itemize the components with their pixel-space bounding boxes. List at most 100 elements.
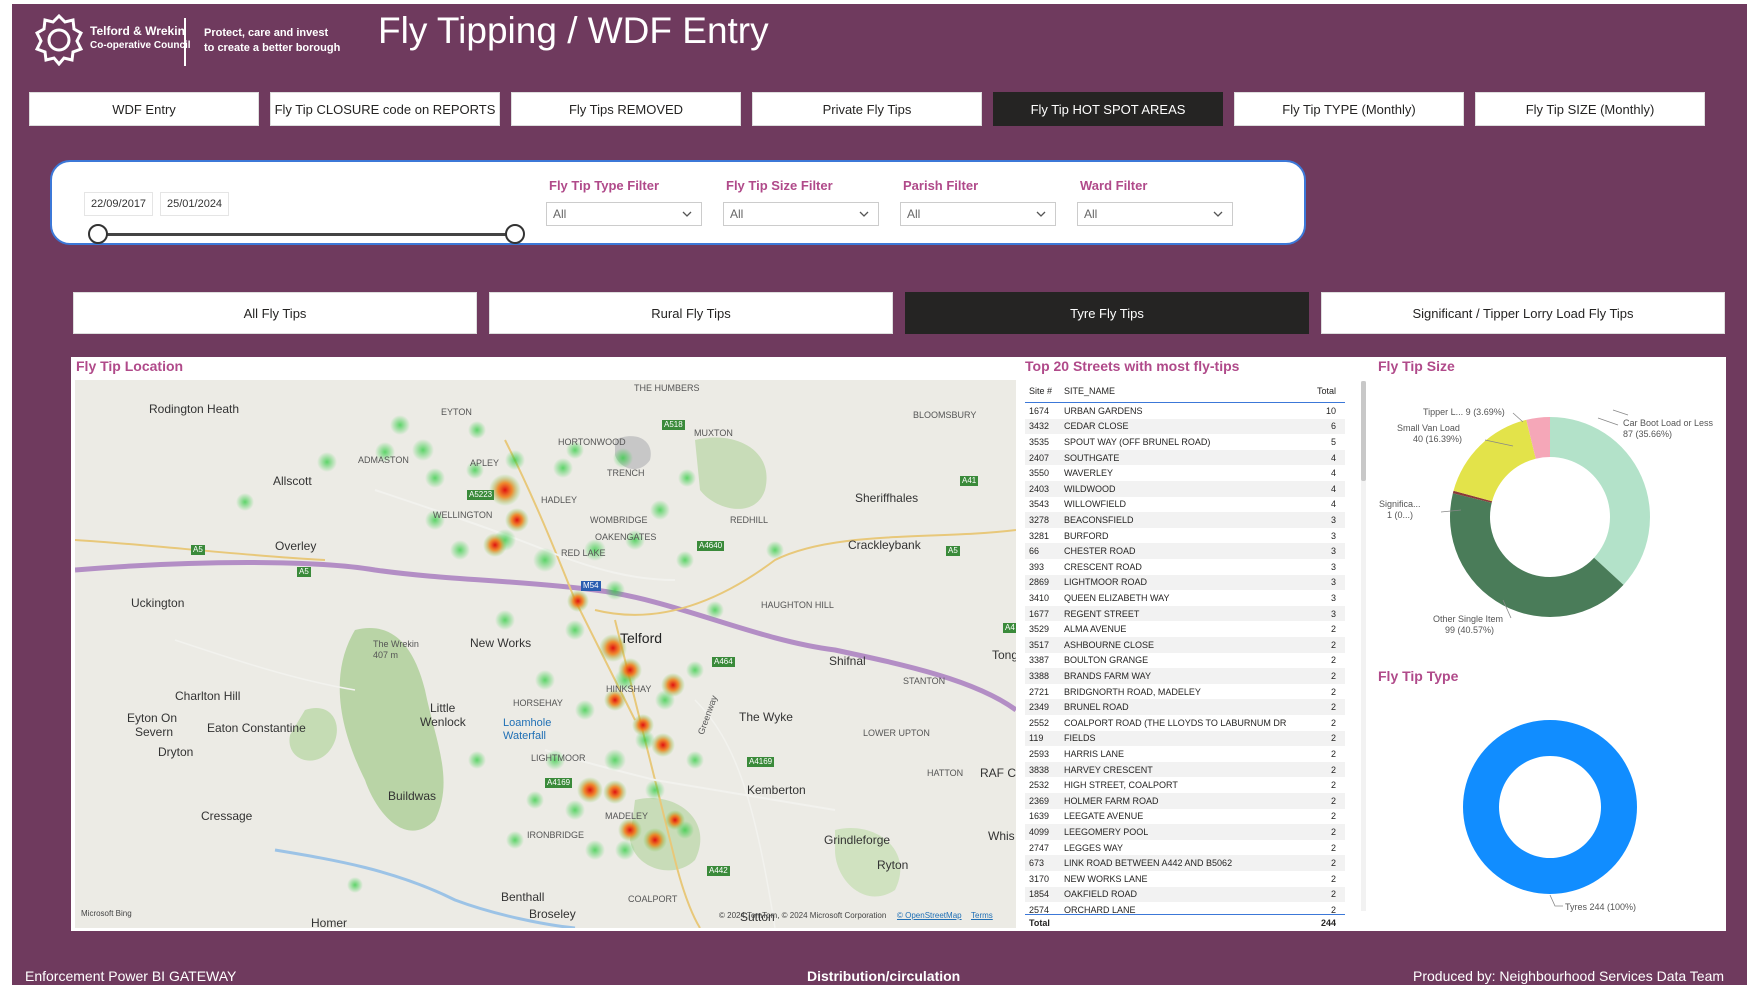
site-name-cell: NEW WORKS LANE [1064, 873, 1148, 884]
site-id-cell: 3278 [1029, 514, 1050, 525]
table-row[interactable]: 3388 BRANDS FARM WAY 2 [1025, 668, 1345, 684]
date-slider-end-handle[interactable] [505, 224, 525, 244]
table-row[interactable]: 2369 HOLMER FARM ROAD 2 [1025, 793, 1345, 809]
map-label: Telford [620, 630, 663, 646]
table-row[interactable]: 3281 BURFORD 3 [1025, 528, 1345, 544]
date-start-input[interactable]: 22/09/2017 [84, 192, 154, 216]
col-site-header[interactable]: Site # [1025, 386, 1064, 396]
table-row[interactable]: 2552 COALPORT ROAD (THE LLOYDS TO LABURNU… [1025, 715, 1345, 731]
table-row[interactable]: 1674 URBAN GARDENS 10 [1025, 403, 1345, 419]
map-label: Shifnal [829, 654, 866, 668]
nav-tab[interactable]: WDF Entry [29, 92, 259, 126]
table-row[interactable]: 3543 WILLOWFIELD 4 [1025, 497, 1345, 513]
parish-filter-select[interactable]: All [900, 202, 1056, 226]
road-shield: A4169 [747, 757, 775, 767]
size-filter-label: Fly Tip Size Filter [726, 178, 833, 193]
org-name-line2: Co-operative Council [90, 40, 191, 51]
total-cell: 2 [1330, 764, 1336, 775]
nav-tab[interactable]: Fly Tip SIZE (Monthly) [1475, 92, 1705, 126]
donut-data-label: Significa... [1379, 499, 1421, 509]
table-row[interactable]: 4099 LEEGOMERY POOL 2 [1025, 824, 1345, 840]
table-row[interactable]: 119 FIELDS 2 [1025, 730, 1345, 747]
category-button[interactable]: Rural Fly Tips [489, 292, 893, 334]
nav-tab[interactable]: Fly Tips REMOVED [511, 92, 741, 126]
road-shield: A4 [1003, 623, 1016, 633]
table-row[interactable]: 2593 HARRIS LANE 2 [1025, 746, 1345, 762]
leader-line [1612, 409, 1629, 416]
date-slider-track[interactable] [98, 233, 518, 236]
nav-tab[interactable]: Private Fly Tips [752, 92, 982, 126]
site-name-cell: LEEGOMERY POOL [1064, 826, 1149, 837]
table-row[interactable]: 2869 LIGHTMOOR ROAD 3 [1025, 574, 1345, 591]
table-row[interactable]: 673 LINK ROAD BETWEEN A442 AND B5062 2 [1025, 855, 1345, 871]
top-streets-table: Site # SITE_NAME Total 1674 URBAN GARDENS… [1025, 380, 1345, 930]
table-row[interactable]: 3387 BOULTON GRANGE 2 [1025, 653, 1345, 669]
table-row[interactable]: 2403 WILDWOOD 4 [1025, 481, 1345, 497]
total-cell: 2 [1330, 624, 1336, 635]
table-scrollbar-thumb[interactable] [1361, 381, 1366, 481]
table-row[interactable]: 2407 SOUTHGATE 4 [1025, 449, 1345, 466]
table-row[interactable]: 3410 QUEEN ELIZABETH WAY 3 [1025, 590, 1345, 606]
nav-tab[interactable]: Fly Tip HOT SPOT AREAS [993, 92, 1223, 126]
donut-slice-car-boot-load-or-less[interactable] [1550, 417, 1650, 585]
nav-tab[interactable]: Fly Tip CLOSURE code on REPORTS [270, 92, 500, 126]
ward-filter-select[interactable]: All [1077, 202, 1233, 226]
total-cell: 4 [1330, 468, 1336, 479]
terms-link[interactable]: Terms [971, 911, 993, 920]
table-row[interactable]: 1677 REGENT STREET 3 [1025, 605, 1345, 622]
osm-link[interactable]: © OpenStreetMap [897, 911, 962, 920]
col-name-header[interactable]: SITE_NAME [1064, 386, 1314, 396]
category-button[interactable]: Significant / Tipper Lorry Load Fly Tips [1321, 292, 1725, 334]
site-id-cell: 3281 [1029, 530, 1050, 541]
table-row[interactable]: 3517 ASHBOURNE CLOSE 2 [1025, 637, 1345, 653]
category-button[interactable]: Tyre Fly Tips [905, 292, 1309, 334]
site-name-cell: LIGHTMOOR ROAD [1064, 577, 1148, 588]
site-name-cell: REGENT STREET [1064, 608, 1140, 619]
table-row[interactable]: 3278 BEACONSFIELD 3 [1025, 512, 1345, 528]
map-label: Kemberton [747, 783, 806, 797]
date-end-input[interactable]: 25/01/2024 [160, 192, 230, 216]
site-name-cell: BEACONSFIELD [1064, 514, 1134, 525]
table-row[interactable]: 3550 WAVERLEY 4 [1025, 465, 1345, 481]
table-row[interactable]: 2349 BRUNEL ROAD 2 [1025, 699, 1345, 715]
donut-slice-small-van-load[interactable] [1453, 419, 1536, 502]
table-row[interactable]: 2721 BRIDGNORTH ROAD, MADELEY 2 [1025, 684, 1345, 700]
site-name-cell: SOUTHGATE [1064, 452, 1120, 463]
table-row[interactable]: 3535 SPOUT WAY (OFF BRUNEL ROAD) 5 [1025, 434, 1345, 450]
donut-slice-tyres[interactable] [1462, 720, 1637, 894]
table-row[interactable]: 1854 OAKFIELD ROAD 2 [1025, 886, 1345, 903]
category-button[interactable]: All Fly Tips [73, 292, 477, 334]
table-row[interactable]: 2747 LEGGES WAY 2 [1025, 840, 1345, 856]
total-cell: 2 [1330, 748, 1336, 759]
date-slider-start-handle[interactable] [88, 224, 108, 244]
type-filter-select[interactable]: All [546, 202, 702, 226]
leader-line [1549, 894, 1563, 907]
map-label: EYTON [441, 407, 472, 417]
table-row[interactable]: 3529 ALMA AVENUE 2 [1025, 621, 1345, 637]
map-label: Tong [992, 648, 1016, 662]
site-name-cell: URBAN GARDENS [1064, 405, 1143, 416]
table-row[interactable]: 3838 HARVEY CRESCENT 2 [1025, 761, 1345, 778]
total-cell: 10 [1325, 405, 1336, 416]
col-total-header[interactable]: Total [1314, 386, 1336, 396]
site-id-cell: 3838 [1029, 764, 1050, 775]
ward-filter-label: Ward Filter [1080, 178, 1148, 193]
total-cell: 2 [1330, 702, 1336, 713]
map-label: Rodington Heath [149, 402, 240, 416]
site-name-cell: HOLMER FARM ROAD [1064, 795, 1159, 806]
table-row[interactable]: 2532 HIGH STREET, COALPORT 2 [1025, 777, 1345, 793]
table-row[interactable]: 393 CRESCENT ROAD 3 [1025, 559, 1345, 575]
total-cell: 2 [1330, 686, 1336, 697]
table-row[interactable]: 1639 LEEGATE AVENUE 2 [1025, 809, 1345, 825]
filter-panel: 22/09/2017 25/01/2024 Fly Tip Type Filte… [50, 160, 1306, 245]
size-filter-select[interactable]: All [723, 202, 879, 226]
site-name-cell: OAKFIELD ROAD [1064, 889, 1138, 900]
table-row[interactable]: 3170 NEW WORKS LANE 2 [1025, 871, 1345, 887]
map-label: Buildwas [388, 789, 437, 803]
nav-tab[interactable]: Fly Tip TYPE (Monthly) [1234, 92, 1464, 126]
fly-tip-map[interactable]: Rodington Heath EYTON THE HUMBERS BLOOMS… [75, 380, 1016, 928]
map-label: THE HUMBERS [634, 383, 700, 393]
table-row[interactable]: 3432 CEDAR CLOSE 6 [1025, 418, 1345, 435]
map-title: Fly Tip Location [76, 358, 184, 374]
table-row[interactable]: 66 CHESTER ROAD 3 [1025, 543, 1345, 559]
